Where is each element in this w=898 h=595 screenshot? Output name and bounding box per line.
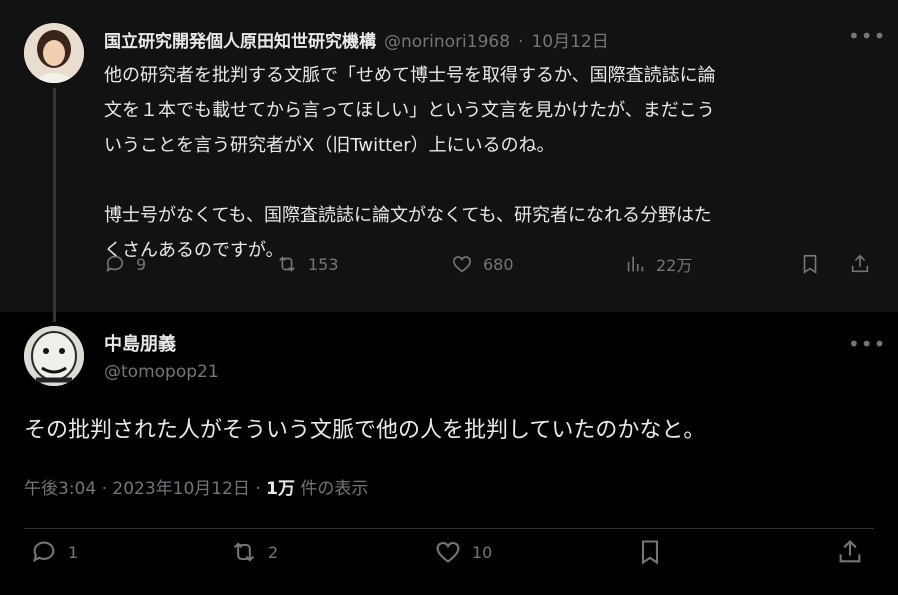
main-like-count: 10 <box>472 542 493 562</box>
main-author-handle[interactable]: @tomopop21 <box>104 362 219 382</box>
parent-bookmark-button[interactable] <box>799 253 821 275</box>
tweet-time[interactable]: 午後3:04 <box>24 479 96 499</box>
parent-author-avatar[interactable] <box>24 23 84 83</box>
parent-author-name[interactable]: 国立研究開発個人原田知世研究機構 <box>104 27 376 52</box>
meta-separator: · <box>101 479 107 499</box>
stats-divider <box>24 528 874 529</box>
parent-more-icon[interactable]: ••• <box>848 24 886 48</box>
repost-icon <box>279 256 295 272</box>
share-icon <box>851 254 869 273</box>
parent-separator: · <box>518 32 524 52</box>
share-icon <box>839 540 861 563</box>
tweet-date[interactable]: 2023年10月12日 <box>112 479 250 499</box>
main-author-avatar[interactable] <box>24 326 84 386</box>
main-reply-count: 1 <box>68 542 79 562</box>
parent-views-count: 22万 <box>656 256 693 275</box>
parent-text-line: 博士号がなくても、国際査読誌に論文がなくても、研究者になれる分野はた <box>104 205 712 226</box>
parent-views-button[interactable]: 22万 <box>624 252 692 276</box>
repost-icon <box>233 542 255 562</box>
parent-reply-count: 9 <box>136 254 147 274</box>
main-tweet-text: その批判された人がそういう文脈で他の人を批判していたのかなと。 <box>24 418 706 443</box>
parent-repost-count: 153 <box>308 254 339 274</box>
main-repost-button[interactable]: 2 <box>230 538 278 566</box>
main-tweet-meta: 午後3:04 · 2023年10月12日 · 1万 件の表示 <box>24 474 368 499</box>
heart-icon <box>452 256 472 273</box>
parent-tweet-date[interactable]: 10月12日 <box>531 27 608 52</box>
parent-text-line: 他の研究者を批判する文脈で「せめて博士号を取得するか、国際査読誌に論 <box>104 65 716 86</box>
parent-text-line: いうことを言う研究者がX（旧Twitter）上にいるのね。 <box>104 135 555 156</box>
parent-tweet-text: 他の研究者を批判する文脈で「せめて博士号を取得するか、国際査読誌に論 文を１本で… <box>104 58 874 268</box>
main-share-button[interactable] <box>836 538 864 566</box>
parent-tweet[interactable]: 国立研究開発個人原田知世研究機構 @norinori1968 · 10月12日 … <box>0 0 898 322</box>
main-repost-count: 2 <box>268 542 279 562</box>
main-author-name[interactable]: 中島朋義 <box>104 330 176 356</box>
reply-icon <box>106 255 124 272</box>
bookmark-icon <box>803 254 817 274</box>
parent-tweet-header: 国立研究開発個人原田知世研究機構 @norinori1968 · 10月12日 <box>104 27 609 53</box>
parent-share-button[interactable] <box>849 253 871 275</box>
meta-separator: · <box>255 479 261 499</box>
parent-like-count: 680 <box>483 254 514 274</box>
main-bookmark-button[interactable] <box>636 538 664 566</box>
heart-icon <box>436 541 460 563</box>
parent-author-handle[interactable]: @norinori1968 <box>384 32 510 52</box>
main-reply-button[interactable]: 1 <box>30 538 78 566</box>
thread-connector-line <box>53 88 56 322</box>
main-more-icon[interactable]: ••• <box>848 332 886 356</box>
parent-text-line: 文を１本でも載せてから言ってほしい」という文言を見かけたが、まだこう <box>104 100 715 121</box>
views-count: 1万 <box>266 479 295 499</box>
reply-icon <box>33 541 55 563</box>
parent-reply-button[interactable]: 9 <box>104 253 146 275</box>
main-like-button[interactable]: 10 <box>434 538 492 566</box>
analytics-icon <box>627 256 644 272</box>
bookmark-icon <box>641 540 659 565</box>
parent-repost-button[interactable]: 153 <box>276 253 339 275</box>
tweet-thread-view: 国立研究開発個人原田知世研究機構 @norinori1968 · 10月12日 … <box>0 0 898 595</box>
views-label: 件の表示 <box>300 479 369 499</box>
parent-like-button[interactable]: 680 <box>451 253 514 275</box>
